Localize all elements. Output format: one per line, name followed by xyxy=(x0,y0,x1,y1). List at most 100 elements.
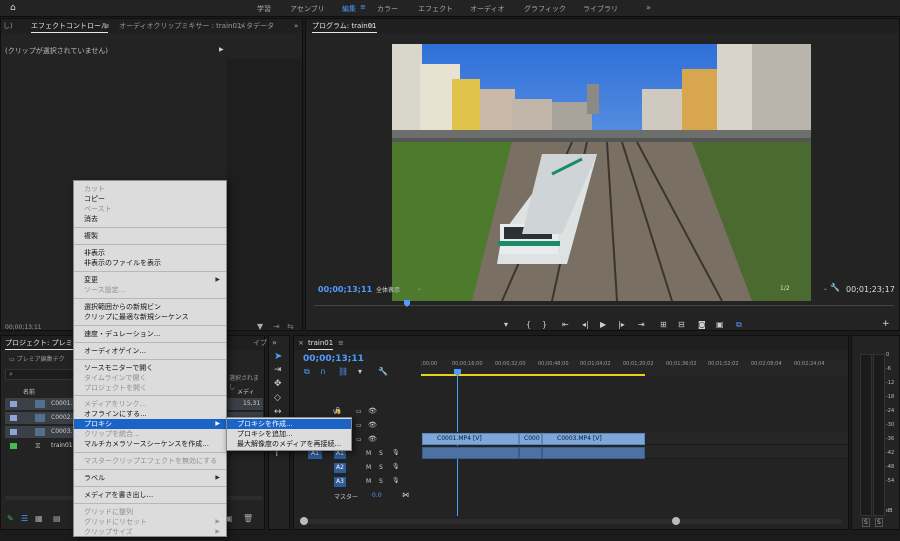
linked-selection-icon[interactable]: ⛓ xyxy=(338,367,348,376)
icon-view-icon[interactable]: ▦ xyxy=(35,514,43,523)
microphone-icon[interactable]: 🎙 xyxy=(392,463,400,470)
menu-item-reset-to-grid[interactable]: グリッドにリセット ▶ xyxy=(84,517,226,527)
workspace-learn[interactable]: 学習 xyxy=(257,4,271,14)
render-icon[interactable]: ⇆ xyxy=(287,322,294,331)
program-timecode[interactable]: 00;00;13;11 xyxy=(318,285,372,294)
tab-partial[interactable]: し) xyxy=(3,19,13,33)
workspace-overflow-icon[interactable]: » xyxy=(646,3,651,12)
menu-item-show-hidden[interactable]: 非表示のファイルを表示 xyxy=(84,258,161,268)
add-button-icon[interactable]: + xyxy=(882,319,890,329)
menu-item-proxy[interactable]: プロキシ ▶ xyxy=(74,419,226,429)
workspace-assembly[interactable]: アセンブリ xyxy=(290,4,325,14)
step-forward-icon[interactable]: |▸ xyxy=(618,320,625,329)
solo-button[interactable]: S xyxy=(379,478,383,485)
master-jump-icon[interactable]: ⋈ xyxy=(402,491,409,499)
menu-item-export-media[interactable]: メディアを書き出し... xyxy=(84,490,153,500)
menu-item-modify[interactable]: 変更 ▶ xyxy=(84,275,226,285)
master-value[interactable]: 0.0 xyxy=(372,492,382,499)
track-label-a2[interactable]: A2 xyxy=(334,463,346,473)
mute-button[interactable]: M xyxy=(366,450,371,457)
workspace-editing[interactable]: 編集 xyxy=(342,4,356,14)
submenu-item-attach-proxy[interactable]: プロキシを追加... xyxy=(237,429,293,439)
zoom-handle-left[interactable] xyxy=(300,517,308,525)
menu-item-new-sequence-from-clip[interactable]: クリップに最適な新規シーケンス xyxy=(84,312,189,322)
tab-metadata[interactable]: メタデータ xyxy=(239,19,274,33)
submenu-item-reconnect-full-res[interactable]: 最大解像度のメディアを再接続... xyxy=(237,439,341,449)
tab-effect-controls[interactable]: エフェクトコントロール xyxy=(31,19,108,33)
solo-right-button[interactable]: S xyxy=(875,518,883,527)
work-area-bar[interactable] xyxy=(421,374,645,376)
menu-item-consolidate[interactable]: クリップを統合... xyxy=(84,429,140,439)
eye-icon[interactable]: 👁 xyxy=(368,435,377,443)
menu-item-align-to-grid[interactable]: グリッドに整列 xyxy=(84,507,133,517)
trash-icon[interactable]: 🗑 xyxy=(243,514,253,523)
menu-item-clear[interactable]: 消去 xyxy=(84,214,98,224)
column-media-header[interactable]: メディ xyxy=(237,387,255,396)
sync-lock-icon[interactable]: ▭ xyxy=(356,422,362,429)
resolution-dropdown[interactable]: 1/2 ⌄ xyxy=(780,285,828,295)
submenu-item-create-proxy[interactable]: プロキシを作成... xyxy=(227,419,351,429)
slip-tool-icon[interactable]: ↔ xyxy=(274,407,282,417)
sync-lock-icon[interactable]: ▭ xyxy=(356,408,362,415)
sync-lock-icon[interactable]: ▭ xyxy=(356,436,362,443)
filter-icon[interactable]: ▼ xyxy=(257,322,263,331)
menu-item-hide[interactable]: 非表示 xyxy=(84,248,105,258)
menu-item-open-in-timeline[interactable]: タイムラインで開く xyxy=(84,373,147,383)
add-marker-icon[interactable]: ▾ xyxy=(358,367,362,376)
timeline-menu-icon[interactable]: ≡ xyxy=(338,336,344,350)
ripple-edit-tool-icon[interactable]: ✥ xyxy=(274,379,282,389)
razor-tool-icon[interactable]: ◇ xyxy=(274,393,281,403)
snap-icon[interactable]: ∩ xyxy=(320,367,326,376)
fit-dropdown[interactable]: 全体表示 ⌄ xyxy=(376,285,422,295)
video-clip[interactable]: C0001.MP4 [V] xyxy=(422,433,519,445)
menu-item-make-offline[interactable]: オフラインにする... xyxy=(84,409,147,419)
audio-clip[interactable] xyxy=(542,447,645,459)
camera-icon[interactable]: ◙ xyxy=(698,320,706,329)
timeline-zoom-scrollbar[interactable] xyxy=(302,519,842,524)
menu-item-copy[interactable]: コピー xyxy=(84,194,105,204)
menu-item-label-color[interactable]: ラベル ▶ xyxy=(84,473,226,483)
panel-menu-icon[interactable]: ≡ xyxy=(104,19,110,33)
close-icon[interactable]: × xyxy=(298,336,304,350)
selection-tool-icon[interactable]: ➤ xyxy=(274,351,282,362)
tab-program[interactable]: プログラム: train01 xyxy=(312,19,377,33)
go-to-out-icon[interactable]: ⇥ xyxy=(638,320,645,329)
home-icon[interactable]: ⌂ xyxy=(10,3,16,13)
wrench-icon[interactable]: 🔧 xyxy=(830,283,840,292)
workspace-menu-icon[interactable]: ≡ xyxy=(360,3,366,11)
insert-icon[interactable]: ⊞ xyxy=(660,320,667,329)
proxy-toggle-icon[interactable]: ⧉ xyxy=(736,320,742,330)
menu-item-multicam[interactable]: マルチカメラソースシーケンスを作成... xyxy=(84,439,209,449)
overwrite-icon[interactable]: ⊟ xyxy=(678,320,685,329)
menu-item-source-settings[interactable]: ソース設定... xyxy=(84,285,125,295)
menu-item-link-media[interactable]: メディアをリンク... xyxy=(84,399,146,409)
audio-clip[interactable] xyxy=(422,447,519,459)
menu-item-speed-duration[interactable]: 速度・デュレーション... xyxy=(84,329,160,339)
mark-in-icon[interactable]: { xyxy=(526,320,531,329)
program-menu-icon[interactable]: ≡ xyxy=(368,19,374,33)
list-view-icon[interactable]: ☰ xyxy=(21,514,28,523)
zoom-handle-right[interactable] xyxy=(672,517,680,525)
menu-item-audio-gain[interactable]: オーディオゲイン... xyxy=(84,346,146,356)
tab-sequence[interactable]: train01 xyxy=(308,336,334,350)
timeline-timecode[interactable]: 00;00;13;11 xyxy=(303,354,364,364)
video-clip[interactable]: C000 xyxy=(519,433,542,445)
pencil-icon[interactable]: ✎ xyxy=(7,514,14,523)
solo-button[interactable]: S xyxy=(379,450,383,457)
menu-item-clip-size[interactable]: クリップサイズ ▶ xyxy=(84,527,226,537)
tools-overflow-icon[interactable]: » xyxy=(272,338,277,347)
panel-overflow-icon[interactable]: » xyxy=(294,19,298,33)
workspace-graphics[interactable]: グラフィック xyxy=(524,4,566,14)
track-select-tool-icon[interactable]: ⇥ xyxy=(274,365,282,375)
microphone-icon[interactable]: 🎙 xyxy=(392,449,400,456)
menu-item-disable-masterclip-effects[interactable]: マスタークリップエフェクトを無効にする xyxy=(84,456,217,466)
workspace-audio[interactable]: オーディオ xyxy=(470,4,505,14)
expand-icon[interactable]: ▶ xyxy=(219,46,224,53)
export-icon[interactable]: ⇥ xyxy=(273,322,280,331)
marker-icon[interactable]: ▾ xyxy=(504,320,508,329)
menu-item-duplicate[interactable]: 複製 xyxy=(84,231,98,241)
go-to-in-icon[interactable]: ⇤ xyxy=(562,320,569,329)
video-clip[interactable]: C0003.MP4 [V] xyxy=(542,433,645,445)
mute-button[interactable]: M xyxy=(366,478,371,485)
project-search-input[interactable]: ⌕ xyxy=(5,369,75,380)
